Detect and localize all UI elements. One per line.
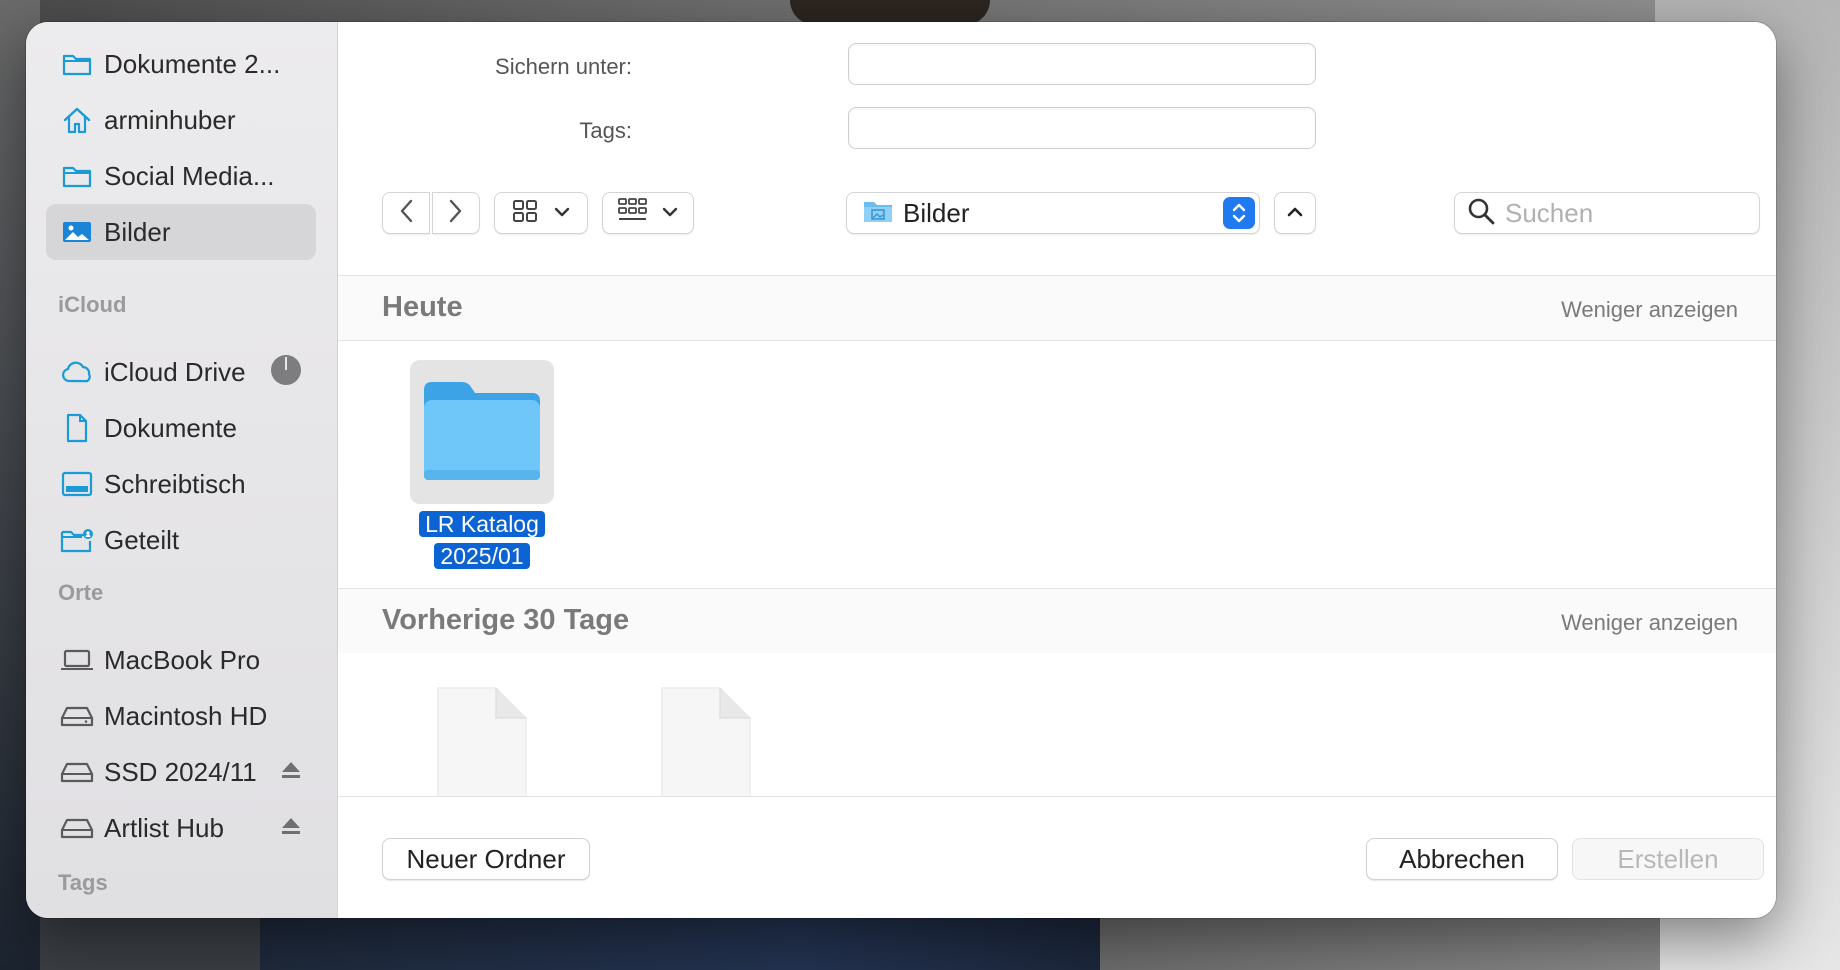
eject-icon[interactable] <box>280 816 302 841</box>
sidebar-item-schreibtisch[interactable]: Schreibtisch <box>46 456 316 512</box>
home-icon <box>60 103 94 137</box>
popup-stepper-icon <box>1223 197 1255 229</box>
sidebar-item-macintosh-hd[interactable]: Macintosh HD <box>46 688 316 744</box>
location-label: Bilder <box>903 197 970 228</box>
sidebar-item-label: arminhuber <box>104 104 236 135</box>
sidebar-item-social-media[interactable]: Social Media... <box>46 148 316 204</box>
chevron-down-icon <box>662 204 678 222</box>
file-item-label[interactable]: LR Katalog 2025/01 <box>414 508 550 572</box>
search-input[interactable] <box>1505 197 1735 229</box>
folder-icon <box>60 159 94 193</box>
show-less-link[interactable]: Weniger anzeigen <box>1561 297 1738 323</box>
disk-icon <box>60 755 94 789</box>
sync-progress-icon <box>270 354 302 391</box>
eject-icon[interactable] <box>280 760 302 785</box>
sidebar-item-dokumente[interactable]: Dokumente <box>46 400 316 456</box>
sidebar-section-orte: Orte <box>58 580 104 605</box>
save-as-input[interactable] <box>848 43 1316 85</box>
save-dialog: Dokumente 2... arminhuber Social Media..… <box>26 22 1776 918</box>
file-item-lr-katalog[interactable] <box>410 360 554 504</box>
sidebar-section-tags: Tags <box>58 870 108 895</box>
create-button[interactable]: Erstellen <box>1572 838 1764 880</box>
search-icon <box>1467 197 1495 230</box>
document-icon <box>60 411 94 445</box>
divider <box>338 340 1776 341</box>
sidebar: Dokumente 2... arminhuber Social Media..… <box>26 22 338 918</box>
sidebar-item-label: MacBook Pro <box>104 644 261 675</box>
sidebar-item-arminhuber[interactable]: arminhuber <box>46 92 316 148</box>
sidebar-item-label: SSD 2024/11 <box>104 756 257 787</box>
sidebar-item-label: Geteilt <box>104 524 180 555</box>
new-folder-button[interactable]: Neuer Ordner <box>382 838 590 880</box>
folder-icon <box>420 378 544 487</box>
cancel-button[interactable]: Abbrechen <box>1366 838 1558 880</box>
sidebar-item-bilder[interactable]: Bilder <box>46 204 316 260</box>
sidebar-section-icloud: iCloud <box>58 292 127 317</box>
sidebar-item-icloud-drive[interactable]: iCloud Drive <box>46 344 316 400</box>
sidebar-item-label: Schreibtisch <box>104 468 246 499</box>
sidebar-item-label: Dokumente <box>104 412 237 443</box>
sidebar-item-artlist-hub[interactable]: Artlist Hub <box>46 800 316 856</box>
section-title-today: Heute <box>382 291 463 323</box>
laptop-icon <box>60 643 94 677</box>
sidebar-item-label: Artlist Hub <box>104 812 224 843</box>
expand-collapse-button[interactable] <box>1274 192 1316 234</box>
group-icon <box>618 197 648 229</box>
chevron-left-icon <box>399 199 413 228</box>
sidebar-item-label: Dokumente 2... <box>104 48 281 79</box>
search-field[interactable] <box>1454 192 1760 234</box>
main-panel: Sichern unter: Tags: Bilder Suchen Heute… <box>338 22 1776 918</box>
folder-icon <box>60 47 94 81</box>
view-mode-button[interactable] <box>494 192 588 234</box>
back-button[interactable] <box>382 192 430 234</box>
disk-icon <box>60 811 94 845</box>
sidebar-item-macbook-pro[interactable]: MacBook Pro <box>46 632 316 688</box>
sidebar-item-ssd-2024-11[interactable]: SSD 2024/11 <box>46 744 316 800</box>
desktop-icon <box>60 467 94 501</box>
sidebar-item-label: Bilder <box>104 216 171 247</box>
location-popup[interactable]: Bilder <box>846 192 1260 234</box>
sidebar-item-label: Social Media... <box>104 160 275 191</box>
tags-input[interactable] <box>848 107 1316 149</box>
forward-button[interactable] <box>432 192 480 234</box>
sidebar-item-geteilt[interactable]: Geteilt <box>46 512 316 568</box>
show-less-link[interactable]: Weniger anzeigen <box>1561 610 1738 636</box>
group-by-button[interactable] <box>602 192 694 234</box>
section-title-previous: Vorherige 30 Tage <box>382 604 630 636</box>
grid-view-icon <box>512 199 538 228</box>
save-as-label: Sichern unter: <box>495 54 632 79</box>
chevron-up-icon <box>1287 204 1303 222</box>
shared-folder-icon <box>60 523 94 557</box>
sidebar-item-label: Macintosh HD <box>104 700 268 731</box>
photos-icon <box>60 215 94 249</box>
cloud-icon <box>60 355 94 389</box>
disk-icon <box>60 699 94 733</box>
chevron-right-icon <box>449 199 463 228</box>
tags-label: Tags: <box>579 118 632 143</box>
sidebar-item-label: iCloud Drive <box>104 356 246 387</box>
chevron-down-icon <box>554 204 570 222</box>
sidebar-item-dokumente-2[interactable]: Dokumente 2... <box>46 36 316 92</box>
pictures-folder-icon <box>863 198 893 229</box>
